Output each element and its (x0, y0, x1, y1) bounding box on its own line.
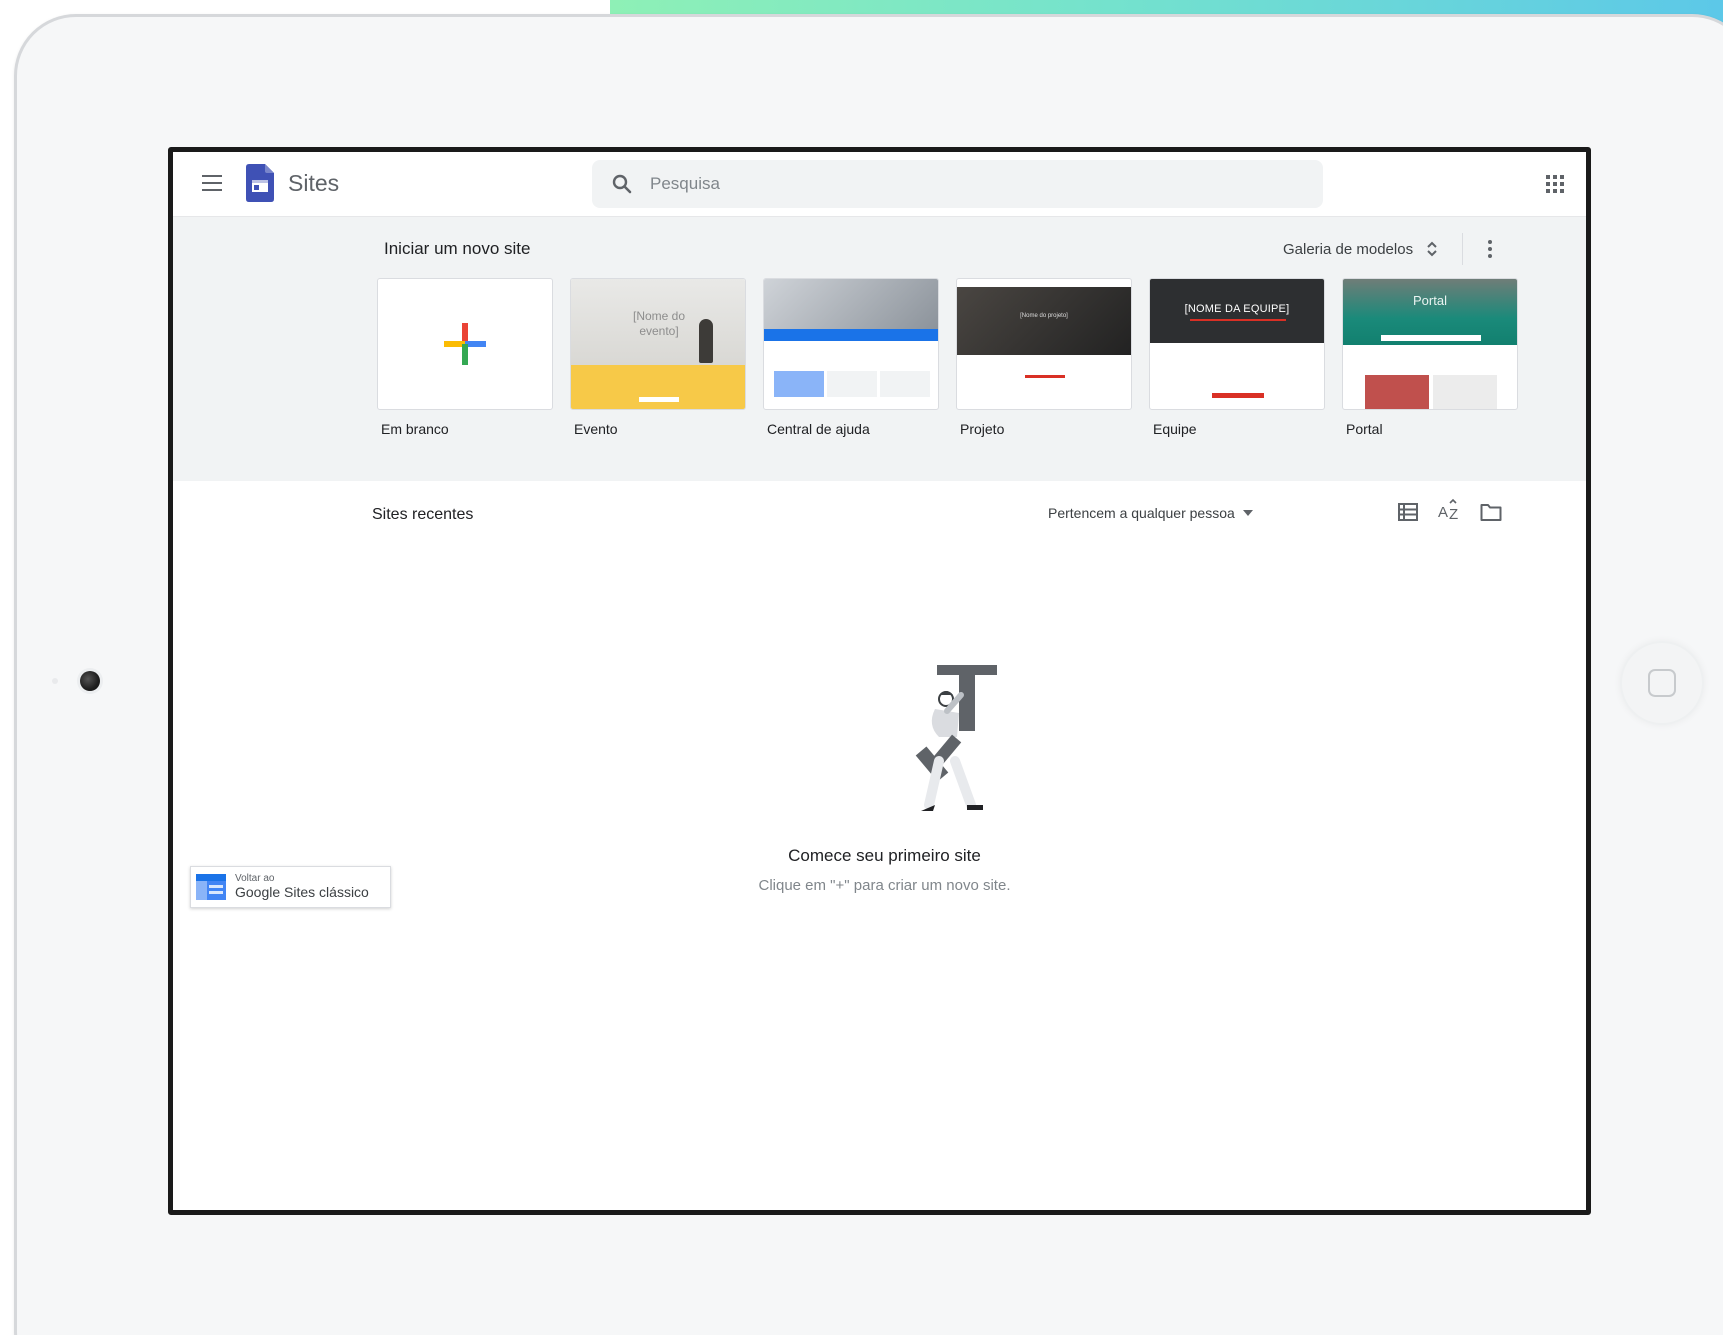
empty-state-illustration (915, 665, 997, 811)
recent-sites-heading: Sites recentes (372, 506, 474, 523)
template-label: Evento (574, 421, 618, 437)
sites-logo-icon[interactable] (246, 164, 274, 202)
template-thumb-blank (377, 278, 553, 410)
tablet-sensor (52, 678, 58, 684)
template-label: Projeto (960, 421, 1005, 437)
svg-text:Z: Z (1449, 506, 1458, 523)
owner-filter-dropdown[interactable]: Pertencem a qualquer pessoa (1048, 505, 1253, 521)
more-vert-icon[interactable] (1478, 237, 1502, 261)
template-card-project[interactable]: [Nome do projeto] Projeto (956, 278, 1132, 437)
svg-text:A: A (1438, 504, 1448, 521)
template-list: Em branco [Nome do evento] Evento Centra… (377, 278, 1535, 437)
classic-sites-icon (196, 874, 226, 900)
template-gallery-label: Galeria de modelos (1283, 240, 1414, 258)
template-card-help-center[interactable]: Central de ajuda (763, 278, 939, 437)
template-thumb-help-center (763, 278, 939, 410)
search-icon[interactable] (610, 172, 634, 196)
empty-state-title: Comece seu primeiro site (788, 846, 981, 865)
owner-filter-label: Pertencem a qualquer pessoa (1048, 505, 1235, 521)
template-card-portal[interactable]: Portal Portal (1342, 278, 1518, 437)
hamburger-menu-icon[interactable] (202, 175, 222, 191)
classic-sites-button[interactable]: Voltar ao Google Sites clássico (190, 866, 391, 908)
thumb-project-title: [Nome do projeto] (1020, 313, 1068, 319)
apps-grid-icon[interactable] (1543, 172, 1567, 196)
app-bar: Sites (173, 152, 1586, 217)
tablet-camera (80, 671, 100, 691)
thumb-portal-title: Portal (1413, 293, 1447, 308)
sort-az-icon[interactable]: A Z (1438, 498, 1460, 524)
tablet-home-button[interactable] (1620, 641, 1704, 725)
search-input[interactable] (650, 174, 1250, 194)
template-gallery-toggle[interactable]: Galeria de modelos (1283, 235, 1441, 263)
toolbar-divider (1462, 233, 1463, 265)
tablet-screen: Sites Iniciar um novo site Galeria de mo… (168, 147, 1591, 1215)
thumb-team-title: [NOME DA EQUIPE] (1184, 303, 1290, 315)
template-thumb-team: [NOME DA EQUIPE] (1149, 278, 1325, 410)
template-gallery-section: Iniciar um novo site Galeria de modelos (173, 217, 1586, 481)
template-card-event[interactable]: [Nome do evento] Evento (570, 278, 746, 437)
home-button-square-icon (1648, 669, 1676, 697)
template-thumb-portal: Portal (1342, 278, 1518, 410)
classic-link-label: Google Sites clássico (235, 884, 369, 900)
template-label: Portal (1346, 421, 1383, 437)
folder-icon[interactable] (1480, 502, 1502, 522)
app-title: Sites (288, 170, 340, 196)
start-new-site-heading: Iniciar um novo site (384, 239, 531, 258)
template-label: Em branco (381, 421, 449, 437)
list-view-icon[interactable] (1397, 501, 1419, 523)
plus-icon (444, 323, 486, 365)
template-label: Equipe (1153, 421, 1197, 437)
search-bar[interactable] (592, 160, 1323, 208)
template-card-team[interactable]: [NOME DA EQUIPE] Equipe (1149, 278, 1325, 437)
unfold-more-icon (1427, 241, 1437, 257)
template-label: Central de ajuda (767, 421, 870, 437)
template-card-blank[interactable]: Em branco (377, 278, 553, 437)
thumb-event-title: [Nome do evento] (632, 309, 686, 338)
classic-link-prefix: Voltar ao (235, 873, 275, 884)
template-thumb-event: [Nome do evento] (570, 278, 746, 410)
template-thumb-project: [Nome do projeto] (956, 278, 1132, 410)
caret-down-icon (1242, 510, 1253, 516)
